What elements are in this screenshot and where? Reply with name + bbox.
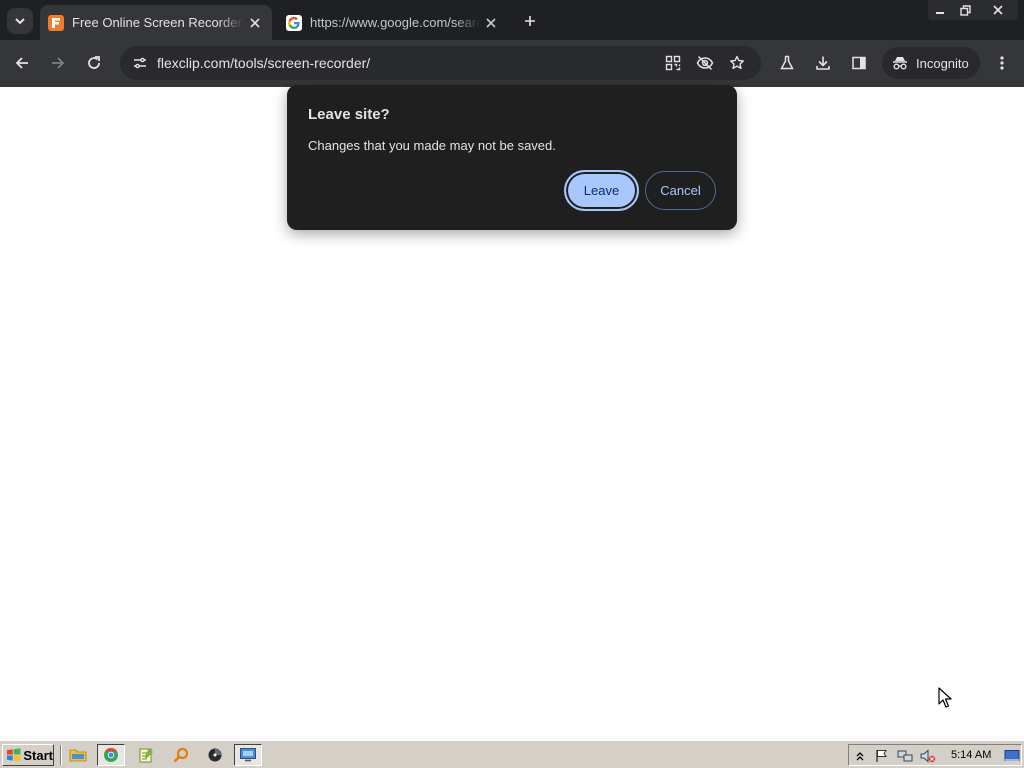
- restore-button[interactable]: [953, 0, 977, 20]
- download-icon: [816, 56, 830, 70]
- eye-off-icon: [696, 55, 714, 71]
- restore-icon: [959, 4, 971, 16]
- star-icon: [730, 55, 744, 70]
- close-icon: [250, 17, 260, 28]
- chrome-menu-button[interactable]: [988, 49, 1016, 77]
- explorer-quicklaunch[interactable]: [68, 746, 88, 764]
- flag-icon: [876, 750, 887, 762]
- close-window-button[interactable]: [986, 0, 1010, 20]
- flask-icon: [780, 55, 794, 70]
- chrome-icon: [104, 747, 118, 762]
- dialog-message: Changes that you made may not be saved.: [308, 138, 556, 153]
- network-icon: [897, 750, 913, 762]
- chevron-down-icon: [15, 18, 25, 25]
- close-icon: [993, 5, 1003, 15]
- dialog-title: Leave site?: [308, 106, 390, 123]
- tab-title: Free Online Screen Recorder &: [72, 15, 244, 30]
- show-desktop-button[interactable]: [1004, 748, 1020, 764]
- leave-button[interactable]: Leave: [564, 170, 639, 211]
- notepad-quicklaunch[interactable]: [136, 746, 156, 764]
- volume-tray[interactable]: [920, 748, 936, 764]
- network-tray[interactable]: [897, 748, 913, 764]
- show-hidden-icons-button[interactable]: [852, 748, 868, 764]
- tab-strip: Free Online Screen Recorder & https://ww…: [0, 0, 1024, 40]
- tab-close-button[interactable]: [480, 12, 502, 34]
- bookmark-star-button[interactable]: [725, 51, 749, 75]
- tab-search-button[interactable]: [7, 8, 33, 34]
- cancel-button[interactable]: Cancel: [645, 171, 716, 210]
- downloads-button[interactable]: [809, 49, 837, 77]
- side-panel-icon: [852, 56, 866, 70]
- back-button[interactable]: [8, 49, 36, 77]
- close-icon: [486, 17, 496, 28]
- profile-label: Incognito: [916, 55, 969, 71]
- tab-close-button[interactable]: [244, 12, 266, 34]
- minimize-icon: [936, 12, 944, 14]
- qr-code-button[interactable]: [661, 51, 685, 75]
- minimize-button[interactable]: [928, 0, 952, 20]
- reload-button[interactable]: [80, 49, 108, 77]
- start-label: Start: [23, 747, 53, 763]
- arrow-left-icon: [15, 57, 28, 69]
- volume-muted-icon: [920, 749, 936, 763]
- labs-button[interactable]: [773, 49, 801, 77]
- action-center-tray[interactable]: [874, 748, 890, 764]
- taskbar-separator: [60, 745, 62, 765]
- mouse-cursor-icon: [938, 687, 952, 708]
- browser-toolbar: flexclip.com/tools/screen-recorder/ Inco…: [0, 40, 1024, 87]
- start-button[interactable]: Start: [2, 744, 54, 766]
- more-vert-icon: [1000, 56, 1004, 70]
- reload-icon: [88, 56, 100, 69]
- incognito-profile-button[interactable]: Incognito: [882, 47, 980, 79]
- tab-title: https://www.google.com/search: [310, 15, 480, 30]
- tab-google-search[interactable]: https://www.google.com/search: [278, 5, 508, 40]
- search-icon: [173, 747, 189, 763]
- system-tray: 5:14 AM: [848, 744, 1022, 766]
- media-icon: [208, 748, 222, 762]
- side-panel-button[interactable]: [845, 49, 873, 77]
- forward-button[interactable]: [44, 49, 72, 77]
- google-icon: [286, 14, 302, 31]
- tune-icon: [134, 57, 146, 69]
- qr-code-icon: [665, 55, 681, 71]
- media-quicklaunch[interactable]: [205, 746, 225, 764]
- chevron-up-icon: [856, 752, 864, 761]
- search-quicklaunch[interactable]: [171, 746, 191, 764]
- clock[interactable]: 5:14 AM: [951, 749, 991, 761]
- third-party-cookies-button[interactable]: [693, 51, 717, 75]
- new-tab-button[interactable]: [518, 9, 542, 33]
- address-bar[interactable]: flexclip.com/tools/screen-recorder/: [120, 46, 761, 80]
- desktop-icon: [1004, 750, 1020, 761]
- remote-desktop-taskbar-button[interactable]: [234, 744, 262, 766]
- folder-icon: [69, 749, 87, 762]
- url-text[interactable]: flexclip.com/tools/screen-recorder/: [157, 55, 370, 71]
- notepad-icon: [139, 748, 153, 763]
- chrome-taskbar-button[interactable]: [97, 744, 125, 766]
- incognito-icon: [893, 57, 907, 70]
- windows-logo-icon: [6, 748, 21, 762]
- monitor-icon: [240, 748, 256, 762]
- site-info-button[interactable]: [126, 49, 154, 77]
- plus-icon: [525, 16, 535, 26]
- flexclip-icon: [48, 14, 64, 31]
- arrow-right-icon: [52, 57, 65, 69]
- tab-flexclip[interactable]: Free Online Screen Recorder &: [40, 5, 272, 40]
- taskbar: Start 5:14 AM: [0, 740, 1024, 768]
